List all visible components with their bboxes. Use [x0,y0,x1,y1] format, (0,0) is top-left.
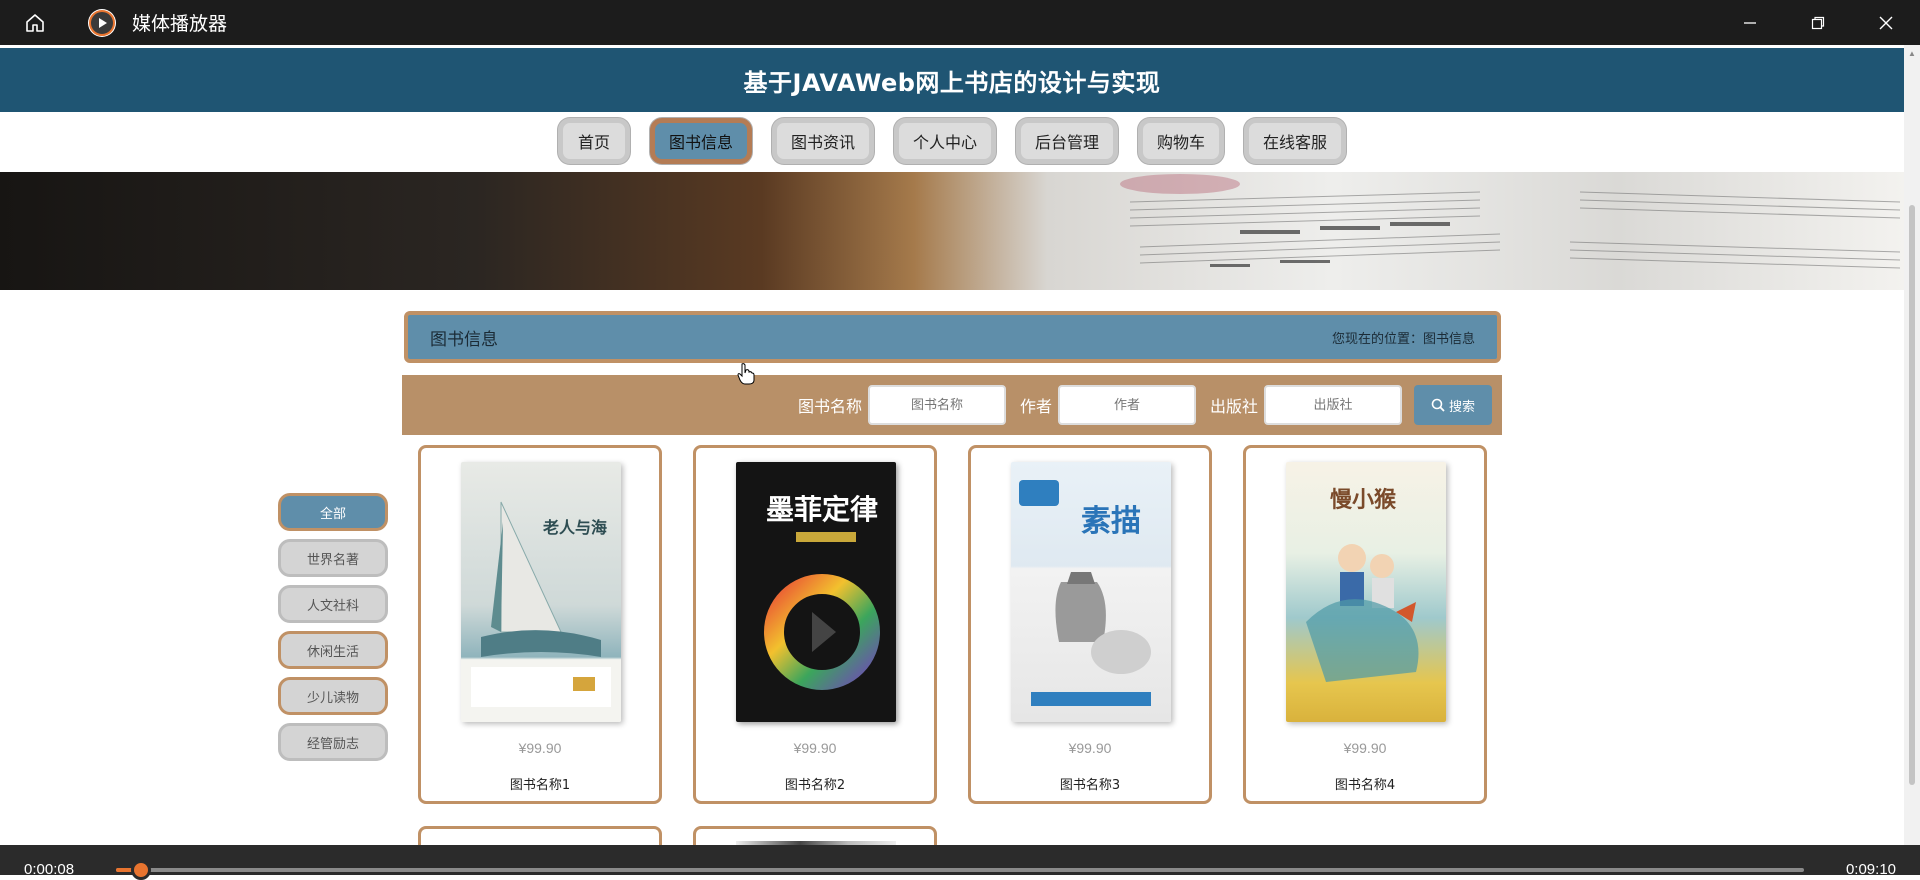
category-children[interactable]: 少儿读物 [278,677,388,715]
book-name[interactable]: 图书名称2 [696,774,934,793]
search-icon [1431,398,1445,412]
nav-item-book-info[interactable]: 图书信息 [649,118,752,164]
book-card[interactable]: 老人与海 ¥99.90 图书名称1 [418,445,662,804]
home-button[interactable] [0,0,70,45]
book-cover-image: 素描 [1011,462,1171,722]
page-scrollbar[interactable]: ▲ [1904,45,1920,845]
book-cover-title: 墨菲定律 [766,493,879,526]
nav-item-book-news[interactable]: 图书资讯 [771,118,874,164]
category-business[interactable]: 经管励志 [278,723,388,761]
window-title: 媒体播放器 [132,13,228,35]
category-world-classics[interactable]: 世界名著 [278,539,388,577]
nav-item-cart[interactable]: 购物车 [1138,118,1225,164]
category-all[interactable]: 全部 [278,493,388,531]
author-input[interactable] [1057,385,1196,425]
banner-image [0,172,1904,290]
book-card[interactable] [693,826,937,845]
nav-item-home[interactable]: 首页 [557,118,630,164]
scrollbar-thumb[interactable] [1909,205,1915,785]
nav-item-admin[interactable]: 后台管理 [1016,118,1119,164]
book-name[interactable]: 图书名称1 [421,774,659,793]
breadcrumb-location: 您现在的位置：图书信息 [1331,331,1475,347]
search-bar: 图书名称 作者 出版社 搜索 [402,375,1502,435]
close-icon [1879,16,1893,29]
book-price: ¥99.90 [1343,740,1387,756]
restore-icon [1811,16,1825,29]
book-card[interactable]: 素描 ¥99.90 图书名称3 [968,445,1212,804]
home-icon [26,13,44,32]
book-cover-title: 慢小猴 [1330,487,1397,513]
site-header: 基于JAVAWeb网上书店的设计与实现 [0,48,1904,112]
category-leisure[interactable]: 休闲生活 [278,631,388,669]
seek-bar[interactable] [116,868,1804,872]
book-name-label: 图书名称 [797,397,862,416]
nav-item-personal-center[interactable]: 个人中心 [893,118,996,164]
book-cover-title: 素描 [1081,504,1141,539]
author-label: 作者 [1019,397,1052,416]
scroll-up-arrow-icon[interactable]: ▲ [1908,49,1916,58]
book-cover-image: 墨菲定律 [736,462,896,722]
search-button-label: 搜索 [1448,399,1475,415]
breadcrumb-bar: 图书信息 您现在的位置：图书信息 [404,311,1501,363]
book-card[interactable]: 慢小猴 ¥99.90 图书名称4 [1243,445,1487,804]
restore-button[interactable] [1784,0,1852,45]
seek-bar-handle[interactable] [131,860,151,880]
publisher-input[interactable] [1264,385,1402,425]
player-control-bar: 0:00:08 0:09:10 [0,845,1920,880]
web-page: 基于JAVAWeb网上书店的设计与实现 首页 图书信息 图书资讯 个人中心 后台… [0,45,1904,845]
hand-cursor-icon [737,363,755,385]
minimize-icon [1744,21,1756,24]
total-time: 0:09:10 [1845,861,1896,878]
book-cover-title: 老人与海 [543,518,608,537]
book-price: ¥99.90 [518,740,562,756]
book-card[interactable]: 墨菲定律 ¥99.90 图书名称2 [693,445,937,804]
minimize-button[interactable] [1716,0,1784,45]
category-list: 全部 世界名著 人文社科 休闲生活 少儿读物 经管励志 [278,493,390,769]
book-cover-image: 老人与海 [461,462,621,722]
search-button[interactable]: 搜索 [1414,385,1492,425]
book-name[interactable]: 图书名称3 [971,774,1209,793]
nav-item-customer-service[interactable]: 在线客服 [1244,118,1347,164]
book-name[interactable]: 图书名称4 [1246,774,1484,793]
book-name-input[interactable] [867,385,1006,425]
media-player-app-icon [88,8,116,37]
close-button[interactable] [1852,0,1920,45]
book-price: ¥99.90 [793,740,837,756]
publisher-label: 出版社 [1209,397,1258,416]
site-title: 基于JAVAWeb网上书店的设计与实现 [743,68,1161,97]
book-cover-image: 慢小猴 [1286,462,1446,722]
section-title: 图书信息 [430,329,498,350]
category-humanities[interactable]: 人文社科 [278,585,388,623]
book-card[interactable] [418,826,662,845]
book-price: ¥99.90 [1068,740,1112,756]
title-bar: 媒体播放器 [0,0,1920,45]
current-time: 0:00:08 [24,861,75,878]
main-nav: 首页 图书信息 图书资讯 个人中心 后台管理 购物车 在线客服 [0,118,1904,168]
